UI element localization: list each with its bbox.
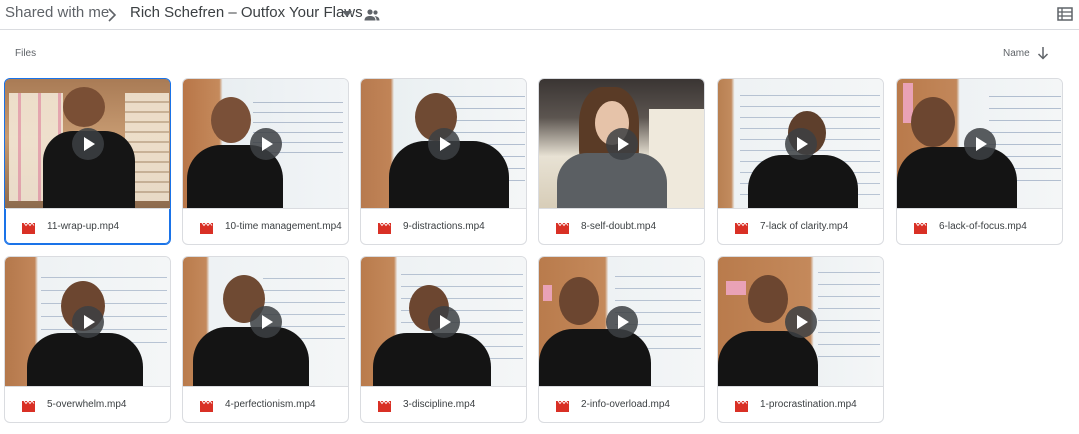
play-icon[interactable] [784, 305, 817, 338]
file-card[interactable]: 8-self-doubt.mp4 [538, 78, 705, 245]
file-card[interactable]: 2-info-overload.mp4 [538, 256, 705, 423]
file-name: 9-distractions.mp4 [403, 221, 485, 232]
file-name: 8-self-doubt.mp4 [581, 221, 657, 232]
play-icon[interactable] [71, 305, 104, 338]
card-footer: 8-self-doubt.mp4 [539, 208, 704, 244]
video-thumbnail [5, 257, 170, 386]
video-thumbnail [539, 79, 704, 208]
video-thumbnail [183, 79, 348, 208]
file-name: 6-lack-of-focus.mp4 [939, 221, 1027, 232]
play-icon[interactable] [605, 305, 638, 338]
video-thumbnail [718, 79, 883, 208]
video-thumbnail [897, 79, 1062, 208]
video-file-icon [22, 401, 35, 412]
file-name: 7-lack of clarity.mp4 [760, 221, 849, 232]
file-name: 2-info-overload.mp4 [581, 399, 670, 410]
video-file-icon [22, 223, 35, 234]
video-file-icon [914, 223, 927, 234]
play-icon[interactable] [605, 127, 638, 160]
play-icon[interactable] [71, 127, 104, 160]
card-footer: 7-lack of clarity.mp4 [718, 208, 883, 244]
video-file-icon [378, 401, 391, 412]
video-thumbnail [361, 79, 526, 208]
file-name: 10-time management.mp4 [225, 221, 342, 232]
card-footer: 10-time management.mp4 [183, 208, 348, 244]
video-file-icon [200, 223, 213, 234]
video-file-icon [735, 223, 748, 234]
video-file-icon [378, 223, 391, 234]
video-thumbnail [183, 257, 348, 386]
file-name: 11-wrap-up.mp4 [47, 221, 120, 232]
file-name: 3-discipline.mp4 [403, 399, 476, 410]
file-card[interactable]: 7-lack of clarity.mp4 [717, 78, 884, 245]
play-icon[interactable] [427, 127, 460, 160]
video-thumbnail [5, 79, 170, 208]
card-footer: 3-discipline.mp4 [361, 386, 526, 422]
play-icon[interactable] [249, 305, 282, 338]
file-card[interactable]: 3-discipline.mp4 [360, 256, 527, 423]
video-thumbnail [539, 257, 704, 386]
video-file-icon [200, 401, 213, 412]
video-file-icon [556, 401, 569, 412]
play-icon[interactable] [963, 127, 996, 160]
play-icon[interactable] [784, 127, 817, 160]
card-footer: 9-distractions.mp4 [361, 208, 526, 244]
file-card[interactable]: 11-wrap-up.mp4 [4, 78, 171, 245]
play-icon[interactable] [249, 127, 282, 160]
video-file-icon [735, 401, 748, 412]
card-footer: 2-info-overload.mp4 [539, 386, 704, 422]
video-thumbnail [718, 257, 883, 386]
play-icon[interactable] [427, 305, 460, 338]
card-footer: 5-overwhelm.mp4 [5, 386, 170, 422]
video-thumbnail [361, 257, 526, 386]
file-card[interactable]: 9-distractions.mp4 [360, 78, 527, 245]
file-card[interactable]: 10-time management.mp4 [182, 78, 349, 245]
file-card[interactable]: 5-overwhelm.mp4 [4, 256, 171, 423]
file-card[interactable]: 6-lack-of-focus.mp4 [896, 78, 1063, 245]
file-name: 4-perfectionism.mp4 [225, 399, 316, 410]
card-footer: 1-procrastination.mp4 [718, 386, 883, 422]
file-card[interactable]: 1-procrastination.mp4 [717, 256, 884, 423]
file-card[interactable]: 4-perfectionism.mp4 [182, 256, 349, 423]
card-footer: 6-lack-of-focus.mp4 [897, 208, 1062, 244]
file-name: 1-procrastination.mp4 [760, 399, 857, 410]
card-footer: 4-perfectionism.mp4 [183, 386, 348, 422]
file-grid: 11-wrap-up.mp4 10-time management.mp4 9-… [0, 0, 1079, 434]
file-name: 5-overwhelm.mp4 [47, 399, 127, 410]
card-footer: 11-wrap-up.mp4 [5, 208, 170, 244]
video-file-icon [556, 223, 569, 234]
